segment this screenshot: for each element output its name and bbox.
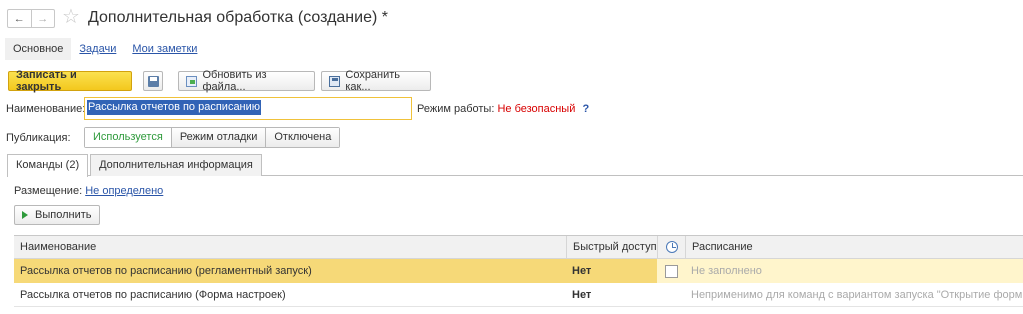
tab-additional-info[interactable]: Дополнительная информация xyxy=(90,154,262,176)
name-label: Наименование: xyxy=(6,103,86,115)
tab-commands[interactable]: Команды (2) xyxy=(7,154,89,177)
mode-help-link[interactable]: ? xyxy=(582,103,589,115)
top-navigation: Основное Задачи Мои заметки xyxy=(0,38,205,60)
name-input[interactable]: Рассылка отчетов по расписанию xyxy=(84,97,412,120)
mode-label: Режим работы: xyxy=(417,103,495,115)
table-row[interactable]: Рассылка отчетов по расписанию (Форма на… xyxy=(14,283,1023,307)
commands-table: Наименование Быстрый доступ Расписание Р… xyxy=(14,235,1023,307)
update-from-file-icon xyxy=(186,75,198,87)
placement-row: Размещение: Не определено xyxy=(14,184,163,198)
mode-value: Не безопасный xyxy=(497,103,576,115)
column-header-quick-access[interactable]: Быстрый доступ xyxy=(566,236,657,258)
window-title: Дополнительная обработка (создание) * xyxy=(88,9,388,26)
scheduled-checkbox[interactable] xyxy=(664,264,678,278)
update-from-file-label: Обновить из файла... xyxy=(202,69,267,93)
row-scheduled-cell xyxy=(657,259,685,283)
column-header-scheduled[interactable] xyxy=(657,236,685,258)
row-quick-access[interactable]: Нет xyxy=(566,283,657,306)
navigation-buttons: ← → xyxy=(7,9,55,28)
save-button[interactable] xyxy=(143,71,163,91)
row-name: Рассылка отчетов по расписанию (регламен… xyxy=(14,259,566,283)
name-input-value: Рассылка отчетов по расписанию xyxy=(87,100,262,115)
clock-icon xyxy=(665,241,678,253)
floppy-disk-icon xyxy=(147,75,159,87)
row-schedule: Неприменимо для команд с вариантом запус… xyxy=(691,288,1023,301)
publication-option-debug[interactable]: Режим отладки xyxy=(170,128,266,147)
publication-option-disabled[interactable]: Отключена xyxy=(265,128,340,147)
column-header-name[interactable]: Наименование xyxy=(14,236,566,258)
row-scheduled-cell xyxy=(657,283,685,306)
forward-arrow-icon[interactable]: → xyxy=(30,10,55,27)
table-row[interactable]: Рассылка отчетов по расписанию (регламен… xyxy=(14,259,1023,283)
publication-label: Публикация: xyxy=(6,132,71,144)
row-name: Рассылка отчетов по расписанию (Форма на… xyxy=(20,288,286,301)
form-tabs: Команды (2) Дополнительная информация xyxy=(7,154,264,177)
favorite-star-icon[interactable]: ☆ xyxy=(62,6,80,28)
tab-my-notes[interactable]: Мои заметки xyxy=(124,38,205,60)
play-icon xyxy=(22,211,28,219)
back-arrow-icon[interactable]: ← xyxy=(8,10,31,27)
mode-row: Режим работы: Не безопасный ? xyxy=(417,102,589,116)
update-from-file-button[interactable]: Обновить из файла... xyxy=(178,69,315,93)
row-schedule[interactable]: Не заполнено xyxy=(685,259,1023,283)
column-header-schedule[interactable]: Расписание xyxy=(685,236,1023,258)
save-as-icon xyxy=(329,75,341,87)
tab-tasks[interactable]: Задачи xyxy=(71,38,124,60)
run-label: Выполнить xyxy=(35,209,92,221)
publication-switch: Используется Режим отладки Отключена xyxy=(84,127,341,148)
row-quick-access[interactable]: Нет xyxy=(566,259,657,283)
save-as-button[interactable]: Сохранить как... xyxy=(321,69,431,93)
save-and-close-button[interactable]: Записать и закрыть xyxy=(8,69,132,93)
save-as-label: Сохранить как... xyxy=(345,69,401,93)
run-button[interactable]: Выполнить xyxy=(14,205,100,225)
publication-option-used[interactable]: Используется xyxy=(85,128,171,147)
table-header: Наименование Быстрый доступ Расписание xyxy=(14,236,1023,259)
tab-main[interactable]: Основное xyxy=(5,38,72,60)
placement-label: Размещение: xyxy=(14,185,83,197)
placement-link[interactable]: Не определено xyxy=(85,185,163,197)
